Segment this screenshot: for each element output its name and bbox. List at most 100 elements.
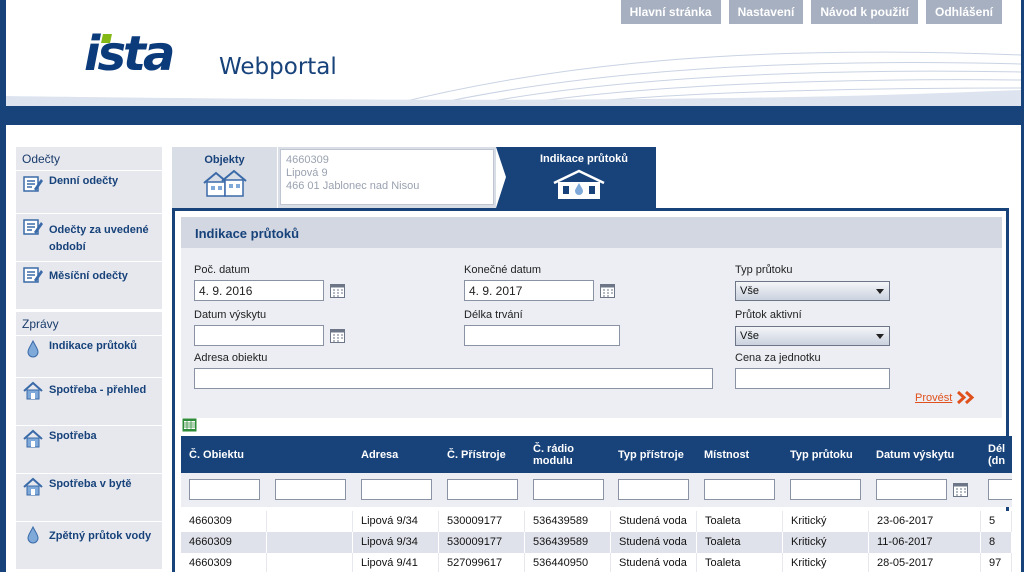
column-header[interactable]: Typ průtoku	[790, 436, 853, 473]
sidebar-item-label: Spotřeba v bytě	[49, 478, 132, 490]
flow-type-select[interactable]: Vše	[735, 281, 890, 301]
column-header[interactable]: Datum výskytu	[876, 436, 954, 473]
column-header[interactable]: Č. rádio modulu	[533, 436, 603, 473]
duration-input[interactable]	[464, 325, 620, 346]
panel-title: Indikace průtoků	[195, 226, 300, 241]
calendar-icon[interactable]	[600, 284, 615, 298]
excel-export-icon[interactable]	[182, 418, 197, 432]
sidebar-item-consumption-overview[interactable]: Spotřeba - přehled	[16, 377, 162, 425]
table-cell: Toaleta	[697, 553, 783, 572]
column-header[interactable]: Dél (dn	[988, 436, 1012, 473]
flow-type-value: Vše	[740, 285, 759, 297]
start-date-input[interactable]: 4. 9. 2016	[194, 280, 324, 301]
table-cell: 8	[981, 532, 1012, 553]
water-drop-icon	[27, 525, 39, 544]
table-cell: 536439589	[525, 532, 611, 553]
column-header[interactable]: Č. Obiektu	[189, 436, 244, 473]
column-filter-input[interactable]	[533, 479, 604, 500]
table-row[interactable]: 4660309 Lipová 9/41 527099617 536440950 Stud…	[181, 553, 1012, 572]
sidebar-item-consumption[interactable]: Spotřeba	[16, 425, 162, 473]
tab-flow-indication[interactable]: Indikace průtoků	[496, 147, 656, 208]
sidebar-item-label: Měsíční odečty	[49, 270, 128, 282]
column-filter-input[interactable]	[275, 479, 346, 500]
panel-header: Indikace průtoků	[181, 217, 1002, 248]
column-header[interactable]: Č. Přístroje	[447, 436, 506, 473]
flow-indication-panel: Indikace průtoků Poč. datum 4. 9. 2016 K…	[172, 208, 1012, 572]
object-info-tab[interactable]: 4660309 Lipová 9 466 01 Jablonec nad Nis…	[278, 147, 496, 208]
table-cell: Lipová 9/41	[353, 553, 439, 572]
column-filter-input[interactable]	[790, 479, 861, 500]
flow-type-label: Typ průtoku	[735, 264, 793, 276]
tab-label: Objekty	[204, 154, 245, 166]
table-cell: Toaleta	[697, 532, 783, 553]
table-cell: 28-05-2017	[869, 553, 981, 572]
end-date-input[interactable]: 4. 9. 2017	[464, 280, 594, 301]
column-filter-input[interactable]	[447, 479, 518, 500]
nav-manual-button[interactable]: Návod k použití	[811, 0, 918, 24]
occurrence-date-label: Datum výskytu	[194, 309, 267, 321]
house-icon	[23, 429, 43, 448]
sidebar-item-backflow[interactable]: Zpětný průtok vody	[16, 521, 162, 569]
table-cell: 4660309	[181, 511, 267, 532]
top-navigation: Hlavní stránka Nastavení Návod k použití…	[620, 0, 1002, 24]
sidebar-item-apartment-consumption[interactable]: Spotřeba v bytě	[16, 473, 162, 521]
column-header[interactable]: Typ přístroje	[618, 436, 684, 473]
table-header: Č. Obiektu Adresa Č. Přístroje Č. rádio …	[181, 436, 1012, 473]
table-cell: Studená voda	[611, 532, 697, 553]
flow-active-select[interactable]: Vše	[735, 326, 890, 346]
table-cell: Toaleta	[697, 511, 783, 532]
submit-link[interactable]: Provést	[915, 392, 952, 404]
sidebar-item-period-readings[interactable]: Odečty za uvedené období	[16, 213, 162, 261]
table-cell: 527099617	[439, 553, 525, 572]
table-cell: 4660309	[181, 553, 267, 572]
sidebar-item-daily-readings[interactable]: Denní odečty	[16, 170, 162, 213]
nav-logout-button[interactable]: Odhlášení	[925, 0, 1002, 24]
calendar-icon[interactable]	[953, 483, 968, 497]
ista-logo: ista	[84, 26, 175, 82]
tab-objects[interactable]: Objekty	[172, 147, 277, 208]
unit-price-input[interactable]	[735, 368, 890, 389]
nav-settings-button[interactable]: Nastavení	[728, 0, 804, 24]
table-cell	[267, 511, 353, 532]
end-date-label: Konečné datum	[464, 264, 542, 276]
table-cell: Kritický	[783, 553, 869, 572]
object-info-box: 4660309 Lipová 9 466 01 Jablonec nad Nis…	[280, 149, 494, 205]
sidebar-item-monthly-readings[interactable]: Měsíční odečty	[16, 261, 162, 309]
water-drop-icon	[27, 339, 39, 358]
buildings-icon	[203, 169, 247, 197]
sidebar-item-flow-indication[interactable]: Indikace průtoků	[16, 335, 162, 377]
column-header[interactable]: Místnost	[704, 436, 749, 473]
sidebar-item-label: Odečty za uvedené období	[49, 224, 149, 253]
column-header[interactable]: Adresa	[361, 436, 398, 473]
chevron-down-icon	[876, 289, 884, 294]
table-row[interactable]: 4660309 Lipová 9/34 530009177 536439589 Stud…	[181, 532, 1012, 553]
table-cell: Lipová 9/34	[353, 511, 439, 532]
table-cell: 530009177	[439, 532, 525, 553]
table-cell	[267, 553, 353, 572]
sidebar-item-label: Spotřeba	[49, 430, 97, 442]
column-filter-input[interactable]	[361, 479, 432, 500]
column-filter-input[interactable]	[988, 479, 1012, 500]
breadcrumb-tabs: Objekty 4660309 Lipová 9 466 01 Jablonec…	[172, 147, 657, 208]
occurrence-date-input[interactable]	[194, 325, 324, 346]
column-filter-input[interactable]	[704, 479, 775, 500]
column-filter-input[interactable]	[189, 479, 260, 500]
sidebar-item-label: Zpětný průtok vody	[49, 530, 152, 542]
column-filter-input[interactable]	[618, 479, 689, 500]
table-cell: 5	[981, 511, 1012, 532]
double-chevron-right-icon[interactable]	[957, 391, 975, 404]
reading-icon	[23, 176, 43, 192]
object-street: Lipová 9	[286, 167, 328, 179]
calendar-icon[interactable]	[330, 329, 345, 343]
header: ista Webportal Hlavní stránka Nastavení …	[6, 0, 1021, 106]
table-row[interactable]: 4660309 Lipová 9/34 530009177 536439589 Stud…	[181, 511, 1012, 532]
house-drop-icon	[553, 169, 605, 199]
calendar-icon[interactable]	[330, 284, 345, 298]
column-filter-input[interactable]	[876, 479, 947, 500]
table-cell: 530009177	[439, 511, 525, 532]
table-cell: 536439589	[525, 511, 611, 532]
object-city: 466 01 Jablonec nad Nisou	[286, 180, 420, 192]
nav-home-button[interactable]: Hlavní stránka	[620, 0, 721, 24]
house-icon	[23, 381, 43, 400]
address-input[interactable]	[194, 368, 713, 389]
